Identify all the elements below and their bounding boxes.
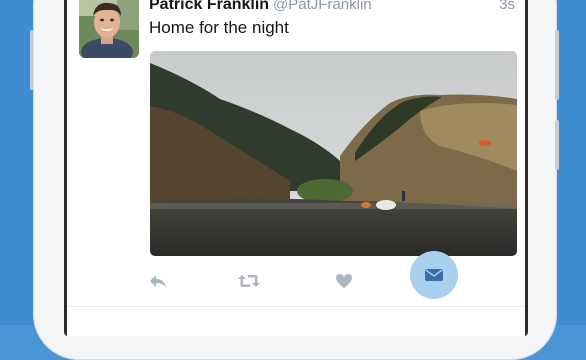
like-button[interactable] xyxy=(324,261,364,301)
avatar[interactable] xyxy=(79,0,139,58)
tweet-divider xyxy=(67,306,525,307)
tweet-text: Home for the night xyxy=(149,18,289,37)
reply-icon xyxy=(150,275,166,287)
avatar-photo xyxy=(79,0,139,58)
tweet-timestamp[interactable]: 3s xyxy=(499,0,515,13)
envelope-icon xyxy=(425,269,443,281)
retweet-button[interactable] xyxy=(229,261,269,301)
reply-button[interactable] xyxy=(138,261,178,301)
heart-icon xyxy=(336,274,352,288)
display-name[interactable]: Patrick Franklin xyxy=(149,0,269,13)
tweet-header: Patrick Franklin @PatJFranklin 3s xyxy=(149,0,515,16)
phone-side-button xyxy=(555,120,559,170)
direct-message-button[interactable] xyxy=(410,251,458,299)
tweet-actions xyxy=(150,251,517,308)
tweet-photo[interactable] xyxy=(150,51,517,256)
phone-side-button xyxy=(555,30,559,100)
landscape-photo xyxy=(150,51,517,256)
phone-screen: Patrick Franklin @PatJFranklin 3s Home fo… xyxy=(67,0,525,336)
user-handle[interactable]: @PatJFranklin xyxy=(273,0,372,13)
retweet-icon xyxy=(238,275,260,287)
